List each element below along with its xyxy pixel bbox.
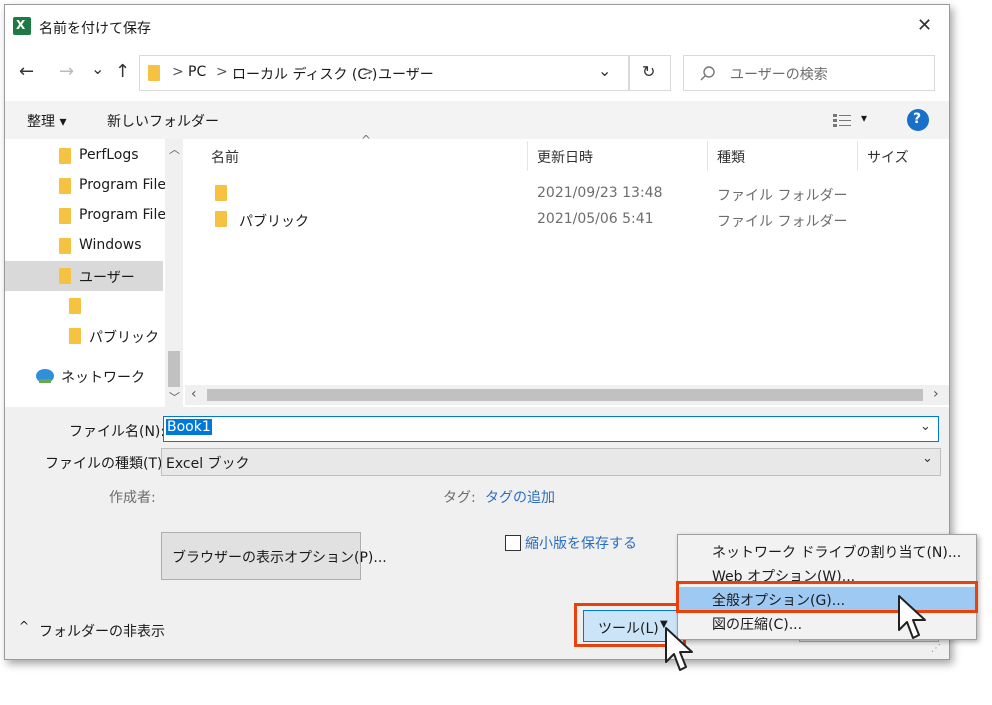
sidebar-item-user-folder[interactable] — [5, 291, 163, 321]
view-dropdown-icon[interactable]: ▾ — [861, 111, 867, 125]
sort-ascending-icon: ^ — [361, 133, 372, 147]
recent-locations-button[interactable]: ⌄ — [91, 59, 104, 78]
file-type: ファイル フォルダー — [717, 188, 848, 204]
breadcrumb-separator: > — [362, 64, 374, 80]
sidebar-item-perflogs[interactable]: PerfLogs — [5, 141, 163, 171]
filetype-select[interactable]: Excel ブック ⌄ — [161, 448, 941, 476]
filepane-horizontal-scrollbar[interactable]: ‹ › — [185, 385, 949, 405]
file-list-pane: ^ 名前 更新日時 種類 サイズ 2021/09/23 13:48 ファイル フ… — [185, 133, 949, 407]
folder-icon — [148, 65, 160, 81]
breadcrumb-local-disk[interactable]: ローカル ディスク (C:) — [232, 64, 377, 84]
title-bar: X 名前を付けて保存 ✕ — [5, 5, 949, 49]
back-button[interactable]: ← — [19, 61, 34, 82]
new-folder-button[interactable]: 新しいフォルダー — [107, 111, 219, 131]
file-date: 2021/09/23 13:48 — [537, 185, 663, 201]
navpane-scrollbar[interactable]: ︿ ﹀ — [165, 139, 183, 407]
filename-label: ファイル名(N): — [69, 424, 166, 440]
table-row[interactable]: パブリック 2021/05/06 5:41 ファイル フォルダー — [205, 207, 925, 233]
view-options-icon[interactable] — [833, 113, 851, 127]
refresh-icon: ↻ — [642, 62, 656, 81]
menu-item-label: ネットワーク ドライブの割り当て(N)... — [712, 545, 962, 561]
sidebar-item-network[interactable]: ネットワーク — [5, 361, 163, 391]
column-header-date[interactable]: 更新日時 — [537, 147, 593, 167]
thumbnail-label: 縮小版を保存する — [525, 536, 637, 552]
folder-icon — [59, 208, 71, 224]
tags-input[interactable]: タグの追加 — [485, 487, 555, 507]
folder-icon — [59, 178, 71, 194]
mouse-cursor-icon — [898, 595, 926, 639]
folder-icon — [215, 211, 227, 227]
scrollbar-thumb[interactable] — [207, 389, 923, 401]
sidebar-item-users[interactable]: ユーザー — [5, 261, 163, 291]
scroll-right-icon[interactable]: › — [933, 386, 939, 402]
file-type: ファイル フォルダー — [717, 214, 848, 230]
filetype-value: Excel ブック — [166, 456, 250, 472]
help-icon: ? — [913, 111, 922, 127]
breadcrumb-users[interactable]: ユーザー — [378, 64, 434, 84]
search-placeholder: ユーザーの検索 — [730, 67, 828, 83]
browser-options-button[interactable]: ブラウザーの表示オプション(P)... — [161, 532, 387, 580]
file-date: 2021/05/06 5:41 — [537, 211, 654, 227]
chevron-down-icon[interactable]: ⌄ — [922, 451, 933, 466]
excel-icon: X — [13, 17, 31, 35]
window-title: 名前を付けて保存 — [39, 21, 151, 37]
scroll-left-icon[interactable]: ‹ — [191, 386, 197, 402]
sidebar-item-label: PerfLogs — [79, 147, 139, 163]
file-name: パブリック — [239, 214, 309, 230]
hide-folders-button[interactable]: フォルダーの非表示 — [39, 621, 165, 641]
author-label: 作成者: — [109, 490, 156, 506]
chevron-down-icon[interactable]: ⌄ — [920, 419, 931, 434]
table-row[interactable]: 2021/09/23 13:48 ファイル フォルダー — [205, 181, 925, 207]
folder-icon — [69, 298, 81, 314]
menu-item-label: 図の圧縮(C)... — [712, 617, 803, 633]
address-dropdown-icon[interactable]: ⌄ — [598, 61, 611, 80]
command-toolbar: 整理 ▾ 新しいフォルダー ▾ ? — [5, 101, 949, 139]
search-box[interactable]: ユーザーの検索 — [683, 55, 935, 91]
scroll-down-icon[interactable]: ﹀ — [169, 389, 180, 405]
folder-icon — [59, 148, 71, 164]
sidebar-item-label: Windows — [79, 237, 142, 253]
folder-icon — [215, 185, 227, 201]
breadcrumb-separator: > — [172, 64, 184, 80]
scrollbar-thumb[interactable] — [168, 351, 180, 387]
breadcrumb-pc[interactable]: PC — [188, 64, 206, 80]
menu-item-map-network-drive[interactable]: ネットワーク ドライブの割り当て(N)... — [678, 539, 976, 563]
folder-icon — [69, 328, 81, 344]
sidebar-item-label: ネットワーク — [61, 370, 145, 386]
column-header-type[interactable]: 種類 — [717, 147, 745, 167]
close-button[interactable]: ✕ — [917, 15, 932, 36]
folder-icon — [59, 238, 71, 254]
refresh-button[interactable]: ↻ — [629, 55, 671, 91]
browser-options-label: ブラウザーの表示オプション(P)... — [172, 550, 387, 566]
address-bar[interactable]: > PC > ローカル ディスク (C:) > ユーザー ⌄ — [139, 55, 629, 91]
thumbnail-checkbox[interactable] — [505, 535, 521, 551]
search-icon — [700, 66, 715, 81]
forward-button[interactable]: → — [59, 61, 74, 82]
sidebar-item-label: Program File — [79, 177, 166, 193]
sidebar-item-windows[interactable]: Windows — [5, 231, 163, 261]
column-header-size[interactable]: サイズ — [867, 147, 909, 167]
scroll-up-icon[interactable]: ︿ — [169, 141, 180, 157]
tags-label: タグ: — [443, 490, 476, 506]
sidebar-item-public[interactable]: パブリック — [5, 321, 163, 351]
navigation-pane: PerfLogs Program File Program File Windo… — [5, 139, 185, 407]
sidebar-item-label: ユーザー — [79, 270, 135, 286]
filename-value: Book1 — [166, 419, 212, 435]
filetype-label: ファイルの種類(T): — [45, 456, 168, 472]
column-header-name[interactable]: 名前 — [211, 147, 239, 167]
sidebar-item-program-files[interactable]: Program File — [5, 171, 166, 201]
mouse-cursor-icon — [665, 627, 693, 671]
up-button[interactable]: ↑ — [115, 61, 130, 82]
navigation-bar: ← → ⌄ ↑ > PC > ローカル ディスク (C:) > ユーザー ⌄ ↻… — [5, 49, 949, 101]
help-button[interactable]: ? — [907, 109, 929, 131]
breadcrumb-separator: > — [216, 64, 228, 80]
organize-button[interactable]: 整理 ▾ — [27, 111, 66, 131]
sidebar-item-program-files-x86[interactable]: Program File — [5, 201, 166, 231]
filename-input[interactable]: Book1 ⌄ — [163, 416, 939, 442]
folder-icon — [59, 268, 71, 284]
network-icon — [36, 369, 54, 383]
sidebar-item-label: パブリック — [89, 330, 159, 346]
chevron-up-icon[interactable]: ^ — [19, 619, 29, 633]
sidebar-item-label: Program File — [79, 207, 166, 223]
